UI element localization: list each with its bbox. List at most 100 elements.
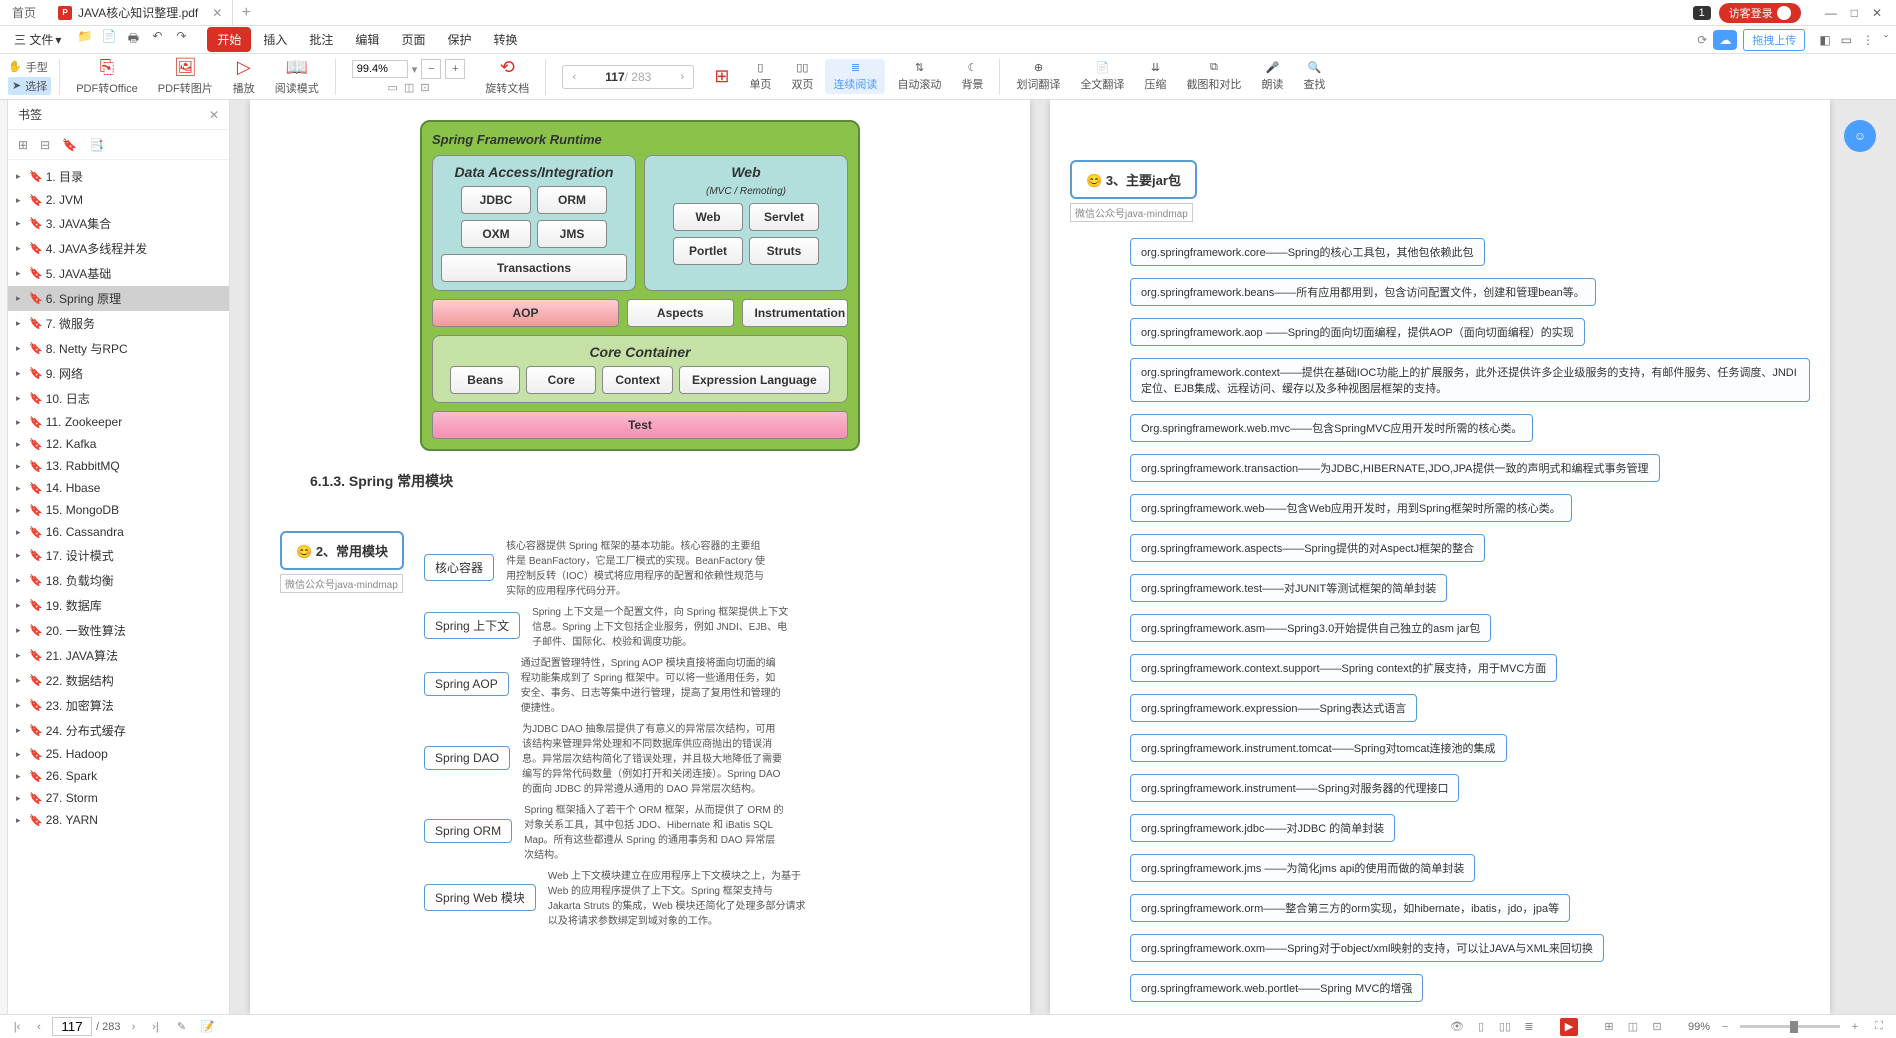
bookmark-item[interactable]: ▸🔖13. RabbitMQ	[8, 455, 229, 477]
eye-icon[interactable]: 👁	[1448, 1018, 1466, 1036]
redo-icon[interactable]: ↷	[173, 29, 189, 50]
bookmark-item[interactable]: ▸🔖21. JAVA算法	[8, 643, 229, 668]
bookmark-item[interactable]: ▸🔖18. 负载均衡	[8, 568, 229, 593]
maximize-icon[interactable]: □	[1851, 6, 1858, 20]
zoom-in-status[interactable]: +	[1846, 1018, 1864, 1036]
next-page-status-button[interactable]: ›	[124, 1018, 142, 1036]
layout2-icon[interactable]: ◫	[1624, 1018, 1642, 1036]
actual-size-icon[interactable]: ⊡	[420, 81, 429, 94]
fullscreen-icon[interactable]: ⛶	[1870, 1018, 1888, 1036]
notification-badge[interactable]: 1	[1693, 6, 1711, 20]
hand-tool[interactable]: ✋手型	[8, 59, 51, 75]
menu-tab-4[interactable]: 页面	[391, 27, 435, 52]
pdf-to-office-button[interactable]: ⎘PDF转Office	[68, 57, 146, 96]
view-single-icon[interactable]: ▯	[1472, 1018, 1490, 1036]
bookmark-item[interactable]: ▸🔖1. 目录	[8, 164, 229, 189]
find-button[interactable]: 🔍查找	[1295, 61, 1333, 92]
menu-tab-5[interactable]: 保护	[437, 27, 481, 52]
bookmark-item[interactable]: ▸🔖2. JVM	[8, 189, 229, 211]
menu-tab-2[interactable]: 批注	[299, 27, 343, 52]
minimize-icon[interactable]: —	[1825, 6, 1837, 20]
read-mode-button[interactable]: 📖阅读模式	[267, 57, 327, 96]
last-page-button[interactable]: ›|	[146, 1018, 164, 1036]
read-aloud-button[interactable]: 🎤朗读	[1253, 61, 1291, 92]
zoom-slider[interactable]	[1740, 1025, 1840, 1028]
add-bookmark-icon[interactable]: 🔖	[62, 138, 77, 152]
bookmark-item[interactable]: ▸🔖23. 加密算法	[8, 693, 229, 718]
view-double-icon[interactable]: ▯▯	[1496, 1018, 1514, 1036]
annotation-icon[interactable]: ✎	[172, 1018, 190, 1036]
bookmark-item[interactable]: ▸🔖25. Hadoop	[8, 743, 229, 765]
zoom-out-status[interactable]: −	[1716, 1018, 1734, 1036]
bookmark-item[interactable]: ▸🔖14. Hbase	[8, 477, 229, 499]
note-icon[interactable]: 📝	[198, 1018, 216, 1036]
status-page-input[interactable]	[52, 1017, 92, 1036]
fit-width-icon[interactable]: ▭	[388, 81, 398, 94]
menu-tab-3[interactable]: 编辑	[345, 27, 389, 52]
upload-button[interactable]: 拖拽上传	[1743, 29, 1805, 51]
home-tab[interactable]: 首页	[0, 0, 48, 25]
bookmark-item[interactable]: ▸🔖27. Storm	[8, 787, 229, 809]
more-icon[interactable]: ⋮	[1862, 33, 1874, 47]
screenshot-button[interactable]: ⧉截图和对比	[1178, 61, 1249, 92]
auto-scroll-button[interactable]: ⇅自动滚动	[889, 61, 949, 92]
fit-page-icon[interactable]: ◫	[404, 81, 414, 94]
zoom-dropdown-icon[interactable]: ▾	[412, 63, 418, 76]
sidebar-rail[interactable]	[0, 100, 8, 1014]
float-assistant-icon[interactable]: ☺	[1844, 120, 1876, 152]
cloud-icon[interactable]: ☁	[1713, 30, 1737, 50]
single-page-button[interactable]: ▯单页	[741, 61, 779, 92]
bookmark-item[interactable]: ▸🔖3. JAVA集合	[8, 211, 229, 236]
file-tab[interactable]: P JAVA核心知识整理.pdf ✕	[48, 0, 233, 25]
word-translate-button[interactable]: ⊕划词翻译	[1008, 61, 1068, 92]
bookmark-item[interactable]: ▸🔖6. Spring 原理	[8, 286, 229, 311]
play-status-icon[interactable]: ▶	[1560, 1018, 1578, 1036]
window-icon[interactable]: ▭	[1841, 33, 1852, 47]
current-page[interactable]: 117	[605, 70, 624, 84]
bookmark-item[interactable]: ▸🔖22. 数据结构	[8, 668, 229, 693]
prev-page-button[interactable]: ‹	[563, 66, 585, 88]
background-button[interactable]: ☾背景	[953, 61, 991, 92]
skin-icon[interactable]: ◧	[1819, 33, 1830, 47]
pdf-to-image-button[interactable]: 🖼PDF转图片	[150, 57, 221, 96]
bookmark-item[interactable]: ▸🔖17. 设计模式	[8, 543, 229, 568]
bookmark-item[interactable]: ▸🔖24. 分布式缓存	[8, 718, 229, 743]
play-button[interactable]: ▷播放	[225, 57, 263, 96]
bookmark-list-icon[interactable]: 📑	[89, 138, 104, 152]
bookmark-item[interactable]: ▸🔖15. MongoDB	[8, 499, 229, 521]
cloud-sync-icon[interactable]: ⟳	[1697, 33, 1707, 47]
expand-icon[interactable]: ⊞	[18, 138, 28, 152]
bookmark-item[interactable]: ▸🔖4. JAVA多线程并发	[8, 236, 229, 261]
first-page-button[interactable]: |‹	[8, 1018, 26, 1036]
document-viewer[interactable]: ☺ Spring Framework Runtime Data Access/I…	[230, 100, 1896, 1014]
close-bookmark-icon[interactable]: ✕	[209, 108, 219, 122]
menu-tab-6[interactable]: 转换	[483, 27, 527, 52]
bookmark-item[interactable]: ▸🔖11. Zookeeper	[8, 411, 229, 433]
next-page-button[interactable]: ›	[671, 66, 693, 88]
print-icon[interactable]: 🖶	[125, 29, 141, 50]
collapse-icon[interactable]: ⊟	[40, 138, 50, 152]
layout3-icon[interactable]: ⊡	[1648, 1018, 1666, 1036]
bookmark-item[interactable]: ▸🔖28. YARN	[8, 809, 229, 831]
save-icon[interactable]: 📄	[101, 29, 117, 50]
bookmark-item[interactable]: ▸🔖26. Spark	[8, 765, 229, 787]
bookmark-item[interactable]: ▸🔖5. JAVA基础	[8, 261, 229, 286]
add-tab-button[interactable]: +	[233, 4, 259, 22]
bookmark-item[interactable]: ▸🔖8. Netty 与RPC	[8, 336, 229, 361]
zoom-input[interactable]	[352, 60, 408, 78]
compress-button[interactable]: ⇊压缩	[1136, 61, 1174, 92]
zoom-in-button[interactable]: +	[445, 59, 465, 79]
bookmark-item[interactable]: ▸🔖20. 一致性算法	[8, 618, 229, 643]
menu-tab-1[interactable]: 插入	[253, 27, 297, 52]
close-tab-icon[interactable]: ✕	[212, 6, 222, 20]
select-tool[interactable]: ➤选择	[8, 77, 51, 95]
bookmark-item[interactable]: ▸🔖12. Kafka	[8, 433, 229, 455]
open-icon[interactable]: 📁	[77, 29, 93, 50]
close-window-icon[interactable]: ✕	[1872, 6, 1882, 20]
rotate-button[interactable]: ⟲旋转文档	[477, 57, 537, 96]
collapse-icon[interactable]: ˇ	[1884, 33, 1888, 47]
continuous-read-button[interactable]: ≣连续阅读	[825, 59, 885, 94]
bookmark-item[interactable]: ▸🔖19. 数据库	[8, 593, 229, 618]
bookmark-item[interactable]: ▸🔖7. 微服务	[8, 311, 229, 336]
undo-icon[interactable]: ↶	[149, 29, 165, 50]
